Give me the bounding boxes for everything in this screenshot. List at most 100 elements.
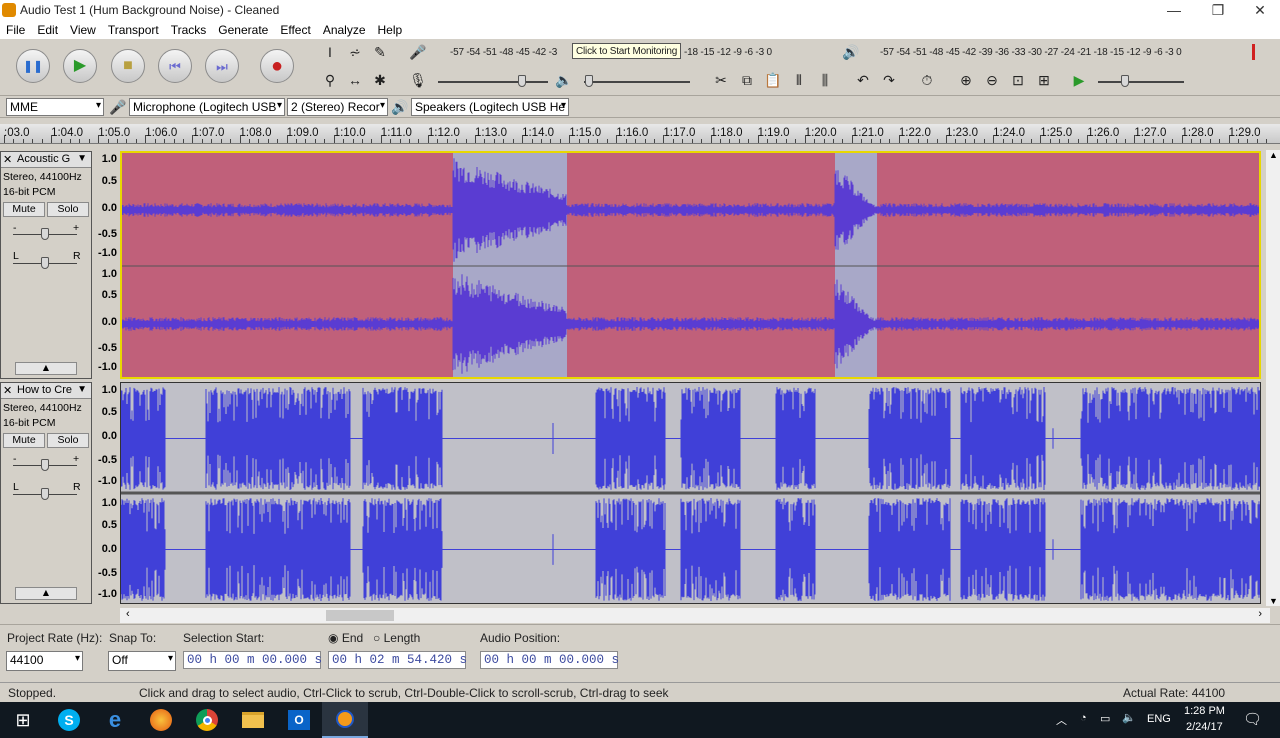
menu-view[interactable]: View (64, 23, 102, 37)
track-1-waveform[interactable] (120, 151, 1261, 379)
mic-volume-knob[interactable] (518, 75, 526, 87)
skip-to-start-button[interactable]: ⏮ (158, 49, 192, 83)
end-radio[interactable]: ◉ End (328, 631, 363, 645)
mute-button[interactable]: Mute (3, 202, 45, 217)
audacity-icon[interactable] (322, 702, 368, 738)
pan-knob[interactable] (41, 488, 49, 500)
zoom-tool-icon[interactable]: ⚲ (319, 69, 341, 91)
gain-knob[interactable] (41, 459, 49, 471)
language-indicator[interactable]: ENG (1147, 713, 1171, 725)
menu-generate[interactable]: Generate (212, 23, 274, 37)
envelope-tool-icon[interactable]: ⩫ (344, 41, 366, 63)
volume-icon[interactable]: 🔈 (1122, 711, 1136, 724)
sync-lock-icon[interactable]: ⏱ (916, 69, 938, 91)
play-speed-slider[interactable] (1098, 81, 1184, 83)
scroll-up-icon[interactable]: ▲ (1269, 150, 1278, 160)
menu-help[interactable]: Help (372, 23, 409, 37)
waveform-svg[interactable] (122, 153, 1261, 379)
notifications-icon[interactable]: 🗨 (1243, 710, 1262, 728)
collapse-track-icon[interactable]: ▲ (15, 587, 77, 600)
project-rate-select[interactable]: 44100 ▾ (6, 651, 83, 671)
menu-effect[interactable]: Effect (274, 23, 316, 37)
close-icon[interactable]: ✕ (3, 153, 12, 166)
length-radio[interactable]: ○ Length (373, 631, 420, 645)
file-explorer-icon[interactable] (230, 702, 276, 738)
clock-date[interactable]: 2/24/17 (1186, 721, 1223, 733)
play-button[interactable]: ▶ (63, 49, 97, 83)
track-name[interactable]: Acoustic G (17, 153, 73, 165)
track-name-bar[interactable]: ✕ Acoustic G ▼ (1, 152, 91, 168)
minimize-icon[interactable]: — (1152, 0, 1196, 20)
scroll-thumb[interactable] (326, 610, 394, 621)
zoom-in-icon[interactable]: ⊕ (955, 69, 977, 91)
redo-icon[interactable]: ↷ (878, 69, 900, 91)
scroll-left-icon[interactable]: ‹ (126, 608, 130, 620)
time-shift-tool-icon[interactable]: ↔ (344, 69, 366, 91)
collapse-track-icon[interactable]: ▲ (15, 362, 77, 375)
clock-time[interactable]: 1:28 PM (1184, 705, 1225, 717)
scroll-down-icon[interactable]: ▼ (1269, 596, 1278, 606)
monitor-tooltip[interactable]: Click to Start Monitoring (572, 43, 682, 59)
selection-tool-icon[interactable]: I (319, 41, 341, 63)
trim-icon[interactable]: ⫴ (788, 69, 810, 91)
recording-device-select[interactable]: Microphone (Logitech USB ▾ (129, 98, 285, 116)
horizontal-scrollbar[interactable]: ‹ › (120, 608, 1270, 623)
windows-start-icon[interactable]: ⊞ (0, 702, 46, 738)
scroll-right-icon[interactable]: › (1258, 608, 1262, 620)
menu-tracks[interactable]: Tracks (165, 23, 213, 37)
mic-volume-slider[interactable] (438, 81, 548, 83)
track-menu-icon[interactable]: ▼ (77, 153, 87, 164)
playback-meter-speaker-icon[interactable]: 🔊 (840, 41, 862, 63)
paste-icon[interactable]: 📋 (762, 69, 784, 91)
chrome-icon[interactable] (184, 702, 230, 738)
record-button[interactable]: ● (260, 49, 294, 83)
close-icon[interactable]: ✕ (1238, 0, 1280, 20)
record-meter-mic-icon[interactable]: 🎤 (407, 41, 429, 63)
track-2-waveform[interactable] (120, 382, 1261, 604)
playback-volume-knob[interactable] (585, 75, 593, 87)
network-icon[interactable]: ◔ (1080, 712, 1087, 724)
restore-icon[interactable]: ❐ (1196, 0, 1240, 20)
outlook-icon[interactable]: O (276, 702, 322, 738)
audio-position-field[interactable]: 00 h 00 m 00.000 s (480, 651, 619, 669)
menu-analyze[interactable]: Analyze (317, 23, 372, 37)
skype-icon[interactable]: S (46, 702, 92, 738)
silence-icon[interactable]: ⫼ (814, 69, 836, 91)
solo-button[interactable]: Solo (47, 433, 89, 448)
pan-knob[interactable] (41, 257, 49, 269)
close-icon[interactable]: ✕ (3, 384, 12, 397)
copy-icon[interactable]: ⧉ (736, 69, 758, 91)
selection-start-field[interactable]: 00 h 00 m 00.000 s (183, 651, 322, 669)
track-menu-icon[interactable]: ▼ (77, 384, 87, 395)
zoom-out-icon[interactable]: ⊖ (981, 69, 1003, 91)
firefox-icon[interactable] (138, 702, 184, 738)
tray-chevron-up-icon[interactable]: ︿ (1056, 712, 1067, 728)
menu-edit[interactable]: Edit (31, 23, 64, 37)
audio-host-select[interactable]: MME ▾ (6, 98, 104, 116)
selection-end-field[interactable]: 00 h 02 m 54.420 s (328, 651, 467, 669)
stop-button[interactable]: ■ (111, 49, 145, 83)
undo-icon[interactable]: ↶ (852, 69, 874, 91)
snap-to-select[interactable]: Off ▾ (108, 651, 176, 671)
mute-button[interactable]: Mute (3, 433, 45, 448)
playback-volume-slider[interactable] (584, 81, 690, 83)
edge-icon[interactable]: e (92, 702, 138, 738)
vertical-scrollbar[interactable]: ▲ ▼ (1266, 150, 1280, 606)
pause-button[interactable]: ❚❚ (16, 49, 50, 83)
channels-select[interactable]: 2 (Stereo) Recor ▾ (287, 98, 388, 116)
play-speed-knob[interactable] (1121, 75, 1129, 87)
track-name-bar[interactable]: ✕ How to Cre ▼ (1, 383, 91, 399)
menu-file[interactable]: File (0, 23, 31, 37)
cut-icon[interactable]: ✂ (710, 69, 732, 91)
draw-tool-icon[interactable]: ✎ (369, 41, 391, 63)
waveform-svg[interactable] (121, 383, 1261, 604)
play-at-speed-icon[interactable]: ▶ (1068, 69, 1090, 91)
skip-to-end-button[interactable]: ⏭ (205, 49, 239, 83)
fit-project-icon[interactable]: ⊞ (1033, 69, 1055, 91)
timeline-ruler[interactable]: :03.0 1:04.0 1:05.0 1:06.0 1:07.0 1:08.0 1:09.… (0, 124, 1280, 144)
menu-transport[interactable]: Transport (102, 23, 165, 37)
multi-tool-icon[interactable]: ✱ (369, 69, 391, 91)
gain-knob[interactable] (41, 228, 49, 240)
battery-icon[interactable]: ▭ (1100, 712, 1110, 725)
solo-button[interactable]: Solo (47, 202, 89, 217)
